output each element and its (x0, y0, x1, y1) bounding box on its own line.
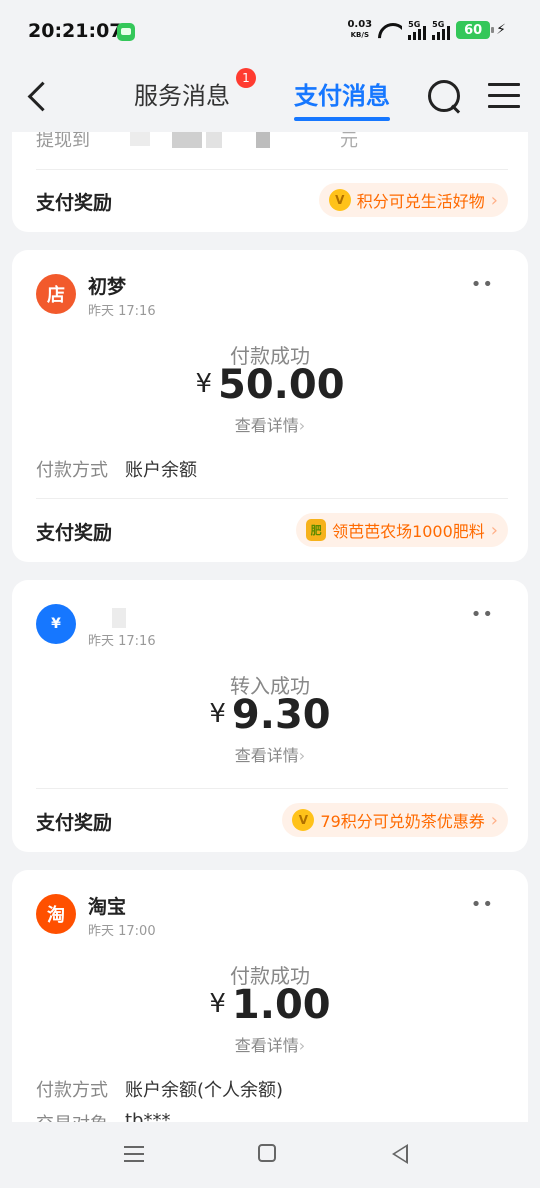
sim2-label: 5G (432, 20, 445, 29)
transfer-card[interactable]: ¥ 昨天 17:16 •• 转入成功 ¥9.30 查看详情› 支付奖励 V 79… (12, 580, 528, 852)
merchant-name: 淘宝 (88, 896, 127, 918)
view-detail-text: 查看详情 (234, 1036, 299, 1055)
reward-label: 支付奖励 (36, 192, 113, 214)
transfer-amount: ¥9.30 (12, 692, 528, 738)
shop-avatar-icon: 店 (36, 274, 76, 314)
payment-card-partial[interactable]: 提现到 元 支付奖励 V 积分可兑生活好物 › (12, 132, 528, 232)
recent-apps-icon[interactable] (124, 1144, 144, 1164)
reward-label: 支付奖励 (36, 522, 113, 544)
reward-pill[interactable]: V 79积分可兑奶茶优惠券 › (282, 803, 508, 837)
divider (36, 788, 508, 789)
view-detail-link[interactable]: 查看详情› (12, 412, 528, 436)
view-detail-link[interactable]: 查看详情› (12, 742, 528, 766)
chevron-right-icon: › (490, 189, 498, 211)
message-time: 昨天 17:16 (88, 304, 156, 319)
redacted-block (130, 132, 150, 146)
merchant-name: 初梦 (88, 276, 127, 298)
payment-method-value: 账户余额 (125, 460, 197, 481)
taobao-avatar-icon: 淘 (36, 894, 76, 934)
signal-sim2-icon: 5G (432, 20, 451, 40)
amount-value: 50.00 (218, 362, 345, 408)
status-bar: 20:21:07 0.03 KB/S 5G 5G 60 ⚡ (0, 0, 540, 62)
withdraw-label: 提现到 (36, 132, 90, 151)
chevron-right-icon: › (490, 809, 498, 831)
chevron-right-icon: › (298, 416, 306, 435)
coin-icon: V (292, 809, 315, 831)
reward-text: 领芭芭农场1000肥料 (332, 522, 485, 541)
battery-icon: 60 (456, 21, 495, 39)
back-triangle-icon[interactable] (392, 1144, 408, 1164)
wifi-icon (378, 21, 402, 39)
message-notification-icon (117, 23, 135, 41)
menu-icon[interactable] (488, 83, 520, 109)
search-icon[interactable] (426, 78, 462, 114)
system-nav-bar (0, 1122, 540, 1188)
unread-badge: 1 (236, 68, 256, 88)
more-icon[interactable]: •• (471, 894, 494, 915)
more-icon[interactable]: •• (471, 604, 494, 625)
counterparty-value: tb*** (125, 1110, 171, 1122)
redacted-block (206, 132, 222, 148)
farm-fertilizer-icon: 肥 (306, 519, 327, 541)
payment-amount: ¥1.00 (12, 982, 528, 1028)
divider (36, 169, 508, 170)
signal-sim1-icon: 5G (408, 20, 427, 40)
amount-value: 9.30 (231, 692, 331, 738)
withdraw-suffix: 元 (340, 132, 358, 151)
chevron-right-icon: › (298, 1036, 306, 1055)
view-detail-text: 查看详情 (234, 746, 299, 765)
network-speed-value: 0.03 (347, 19, 373, 30)
counterparty-label: 交易对象 (36, 1110, 108, 1122)
tab-service-messages[interactable]: 服务消息 (134, 76, 230, 111)
more-icon[interactable]: •• (471, 274, 494, 295)
currency-symbol: ¥ (209, 699, 226, 729)
message-list[interactable]: 提现到 元 支付奖励 V 积分可兑生活好物 › 店 初梦 昨天 17:16 ••… (0, 132, 540, 1122)
message-time: 昨天 17:16 (88, 634, 156, 649)
redacted-block (256, 132, 270, 148)
divider (36, 498, 508, 499)
top-nav: 服务消息 1 支付消息 (0, 62, 540, 132)
reward-pill[interactable]: 肥 领芭芭农场1000肥料 › (296, 513, 508, 547)
payment-card[interactable]: 淘 淘宝 昨天 17:00 •• 付款成功 ¥1.00 查看详情› 付款方式 账… (12, 870, 528, 1122)
payment-method-label: 付款方式 (36, 1080, 108, 1101)
sim1-label: 5G (408, 20, 421, 29)
redacted-block (172, 132, 202, 148)
chevron-right-icon: › (298, 746, 306, 765)
status-time: 20:21:07 (28, 20, 123, 42)
reward-pill[interactable]: V 积分可兑生活好物 › (318, 183, 508, 217)
message-time: 昨天 17:00 (88, 924, 156, 939)
payment-method-value: 账户余额(个人余额) (125, 1080, 284, 1101)
view-detail-text: 查看详情 (234, 416, 299, 435)
tab-payment-messages[interactable]: 支付消息 (294, 76, 390, 121)
chevron-right-icon: › (490, 519, 498, 541)
view-detail-link[interactable]: 查看详情› (12, 1032, 528, 1056)
redacted-block (112, 608, 126, 628)
status-icons: 0.03 KB/S 5G 5G 60 ⚡ (347, 20, 506, 40)
coin-icon: V (328, 189, 351, 211)
currency-symbol: ¥ (195, 369, 212, 399)
back-arrow-icon[interactable] (22, 78, 56, 114)
reward-label: 支付奖励 (36, 812, 113, 834)
transfer-avatar-icon: ¥ (36, 604, 76, 644)
network-speed: 0.03 KB/S (347, 20, 372, 40)
amount-value: 1.00 (231, 982, 331, 1028)
payment-amount: ¥50.00 (12, 362, 528, 408)
reward-text: 积分可兑生活好物 (356, 192, 485, 211)
network-speed-unit: KB/S (350, 31, 369, 39)
charging-icon: ⚡ (496, 22, 506, 38)
home-icon[interactable] (258, 1144, 276, 1162)
payment-method-label: 付款方式 (36, 460, 108, 481)
currency-symbol: ¥ (209, 989, 226, 1019)
payment-card[interactable]: 店 初梦 昨天 17:16 •• 付款成功 ¥50.00 查看详情› 付款方式 … (12, 250, 528, 562)
reward-text: 79积分可兑奶茶优惠券 (320, 812, 485, 831)
